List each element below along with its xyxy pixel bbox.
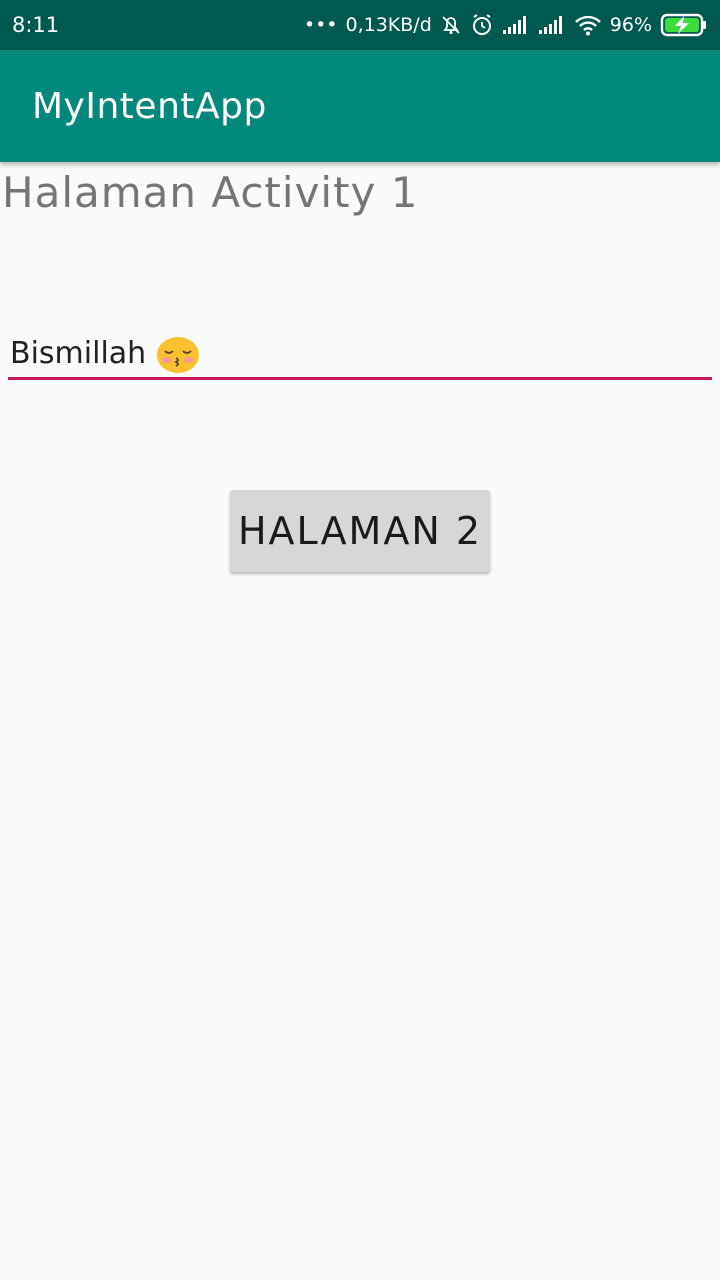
mute-icon <box>440 14 462 36</box>
signal-icon <box>502 15 530 35</box>
more-dots-icon: ••• <box>303 14 338 36</box>
input-value: Bismillah <box>10 336 147 371</box>
battery-charging-icon <box>660 13 708 37</box>
status-time: 8:11 <box>12 13 60 37</box>
app-bar: MyIntentApp <box>0 50 720 162</box>
text-input-field[interactable]: Bismillah <box>8 330 712 380</box>
page-heading: Halaman Activity 1 <box>2 168 419 217</box>
network-speed: 0,13KB/d <box>345 14 432 36</box>
app-title: MyIntentApp <box>32 85 267 127</box>
alarm-icon <box>470 13 494 37</box>
signal-icon-2 <box>538 15 566 35</box>
halaman-2-button[interactable]: HALAMAN 2 <box>230 490 490 572</box>
kissing-face-emoji-icon <box>156 334 200 374</box>
status-icons: ••• 0,13KB/d 96% <box>304 13 708 37</box>
battery-percent: 96% <box>609 14 652 36</box>
wifi-icon <box>574 14 602 36</box>
status-bar: 8:11 ••• 0,13KB/d 96% <box>0 0 720 50</box>
